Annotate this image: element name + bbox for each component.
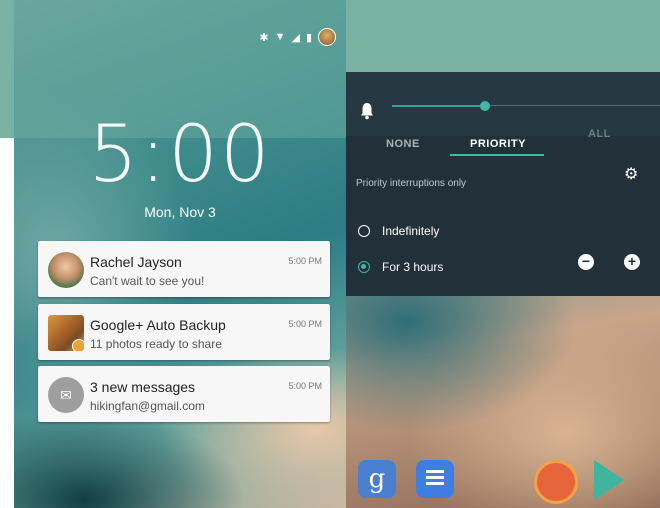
notification-text: 11 photos ready to share — [90, 337, 222, 351]
radio-indefinitely[interactable] — [358, 224, 370, 237]
decrease-hours-button[interactable]: − — [578, 254, 594, 270]
battery-icon: ▮ — [305, 31, 312, 44]
notification-time: 5:00 PM — [288, 256, 322, 266]
status-bar: ✱ ▼ ◢ ▮ — [259, 28, 336, 46]
notification-time: 5:00 PM — [288, 381, 322, 391]
option-label: Indefinitely — [382, 224, 440, 238]
signal-icon: ◢ — [291, 31, 300, 44]
notification-title: Google+ Auto Backup — [90, 317, 226, 333]
tab-selected-indicator — [450, 154, 544, 156]
gear-icon[interactable]: ⚙ — [624, 164, 638, 184]
lockscreen-clock: 5:00 — [88, 110, 272, 200]
option-indefinitely[interactable]: Indefinitely — [358, 224, 439, 238]
notification-text: Can't wait to see you! — [90, 274, 205, 288]
notification-title: Rachel Jayson — [90, 254, 182, 270]
bell-icon — [361, 103, 373, 120]
option-for-hours[interactable]: For 3 hours — [358, 260, 443, 274]
interruptions-phone: NONE PRIORITY ALL Priority interruptions… — [346, 72, 660, 508]
play-store-app-icon[interactable] — [594, 460, 624, 500]
tab-none[interactable]: NONE — [386, 138, 420, 150]
bluetooth-icon: ✱ — [259, 31, 269, 44]
notification-card[interactable]: Rachel Jayson Can't wait to see you! 5:0… — [38, 241, 330, 297]
notification-time: 5:00 PM — [288, 319, 322, 329]
radio-for-hours[interactable] — [358, 260, 370, 273]
user-avatar-icon[interactable] — [318, 28, 336, 46]
wifi-icon: ▼ — [274, 31, 286, 43]
volume-slider-track[interactable] — [392, 105, 484, 107]
contact-photo-icon — [48, 252, 84, 288]
hangouts-app-icon[interactable] — [534, 460, 578, 504]
notification-card[interactable]: Google+ Auto Backup 11 photos ready to s… — [38, 304, 330, 360]
mode-description: Priority interruptions only — [356, 178, 467, 189]
notification-title: 3 new messages — [90, 379, 196, 395]
docs-app-icon[interactable] — [416, 460, 454, 498]
lockscreen-date: Mon, Nov 3 — [144, 204, 216, 220]
home-dock: g — [346, 456, 660, 508]
volume-slider-rest[interactable] — [484, 105, 660, 106]
volume-slider-thumb[interactable] — [480, 101, 490, 111]
auto-backup-badge-icon — [72, 339, 84, 351]
increase-hours-button[interactable]: + — [624, 254, 640, 270]
photo-thumbnail-icon — [48, 315, 84, 351]
tab-priority[interactable]: PRIORITY — [470, 138, 526, 150]
tab-all[interactable]: ALL — [588, 128, 611, 140]
google-search-app-icon[interactable]: g — [358, 460, 396, 498]
option-label: For 3 hours — [382, 260, 444, 274]
notification-text: hikingfan@gmail.com — [90, 399, 205, 413]
gmail-icon: ✉ — [48, 377, 84, 413]
lockscreen-phone: ✱ ▼ ◢ ▮ 5:00 Mon, Nov 3 Rachel Jayson Ca… — [14, 0, 346, 508]
notification-card[interactable]: ✉ 3 new messages hikingfan@gmail.com 5:0… — [38, 366, 330, 422]
interruptions-panel: NONE PRIORITY ALL Priority interruptions… — [346, 72, 660, 296]
